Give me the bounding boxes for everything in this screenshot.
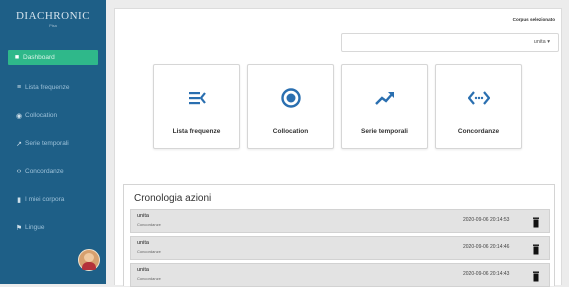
card-label: Serie temporali [361,128,408,135]
sidebar-item-label: I miei corpora [25,196,65,203]
history-row-action: Concordanze [137,276,161,281]
card-collocation[interactable]: Collocation [247,64,334,149]
dashboard-icon: ■ [14,54,20,61]
card-label: Lista frequenze [172,128,221,135]
flag-icon: ⚑ [15,224,23,232]
history-row-time: 2020-09-06 20:14:53 [463,217,510,223]
sidebar-item-label: Lingue [25,224,45,231]
avatar[interactable] [78,249,100,271]
history-row[interactable]: unita Concordanze 2020-09-06 20:14:46 [130,236,550,260]
file-icon: ▮ [17,196,21,204]
history-row[interactable]: unita Concordanze 2020-09-06 20:14:53 [130,209,550,233]
history-row-name: unita [137,213,149,219]
trash-icon[interactable] [531,269,541,282]
sidebar-item-concordanze[interactable]: ‹› Concordanze [10,164,96,179]
corpus-label: Corpus selezionato [512,17,555,22]
sidebar-item-label: Serie temporali [25,140,69,147]
corpus-select-value: unita ▾ [533,39,550,45]
sidebar-item-dashboard[interactable]: ■ Dashboard [8,50,98,65]
circle-dot-icon: ◉ [15,112,23,120]
card-lista-frequenze[interactable]: Lista frequenze [153,64,240,149]
history-panel: Cronologia azioni unita Concordanze 2020… [123,184,555,287]
list-icon: ≡ [16,84,22,91]
code-icon [436,87,521,109]
sidebar-item-lingue[interactable]: ⚑ Lingue [10,220,96,235]
card-label: Concordanze [457,128,500,135]
card-label: Collocation [272,128,309,135]
history-row-time: 2020-09-06 20:14:46 [463,244,510,250]
card-concordanze[interactable]: Concordanze [435,64,522,149]
circle-dot-icon [248,87,333,109]
sidebar-item-collocation[interactable]: ◉ Collocation [10,108,96,123]
sidebar-item-i-miei-corpora[interactable]: ▮ I miei corpora [10,192,96,207]
brand-subtitle: Pisa [49,23,57,28]
history-title: Cronologia azioni [134,193,212,204]
sidebar-item-serie-temporali[interactable]: ↗ Serie temporali [10,136,96,151]
trash-icon[interactable] [531,215,541,228]
history-row-name: unita [137,240,149,246]
sidebar-item-label: Concordanze [25,168,64,175]
main-panel: Corpus selezionato unita ▾ Lista frequen… [114,8,562,287]
sidebar-item-label: Collocation [25,112,58,119]
history-row-action: Concordanze [137,249,161,254]
brand-logo[interactable]: DIACHRONIC Pisa [0,10,106,28]
trend-icon: ↗ [16,140,22,148]
list-icon [154,87,239,109]
history-row-name: unita [137,267,149,273]
corpus-select[interactable]: unita ▾ [341,33,559,52]
sidebar: DIACHRONIC Pisa ■ Dashboard ≡ Lista freq… [0,0,106,284]
trend-icon [342,87,427,109]
history-row-time: 2020-09-06 20:14:43 [463,271,510,277]
card-serie-temporali[interactable]: Serie temporali [341,64,428,149]
history-row[interactable]: unita Concordanze 2020-09-06 20:14:43 [130,263,550,287]
brand-title: DIACHRONIC [15,10,91,22]
sidebar-item-lista-frequenze[interactable]: ≡ Lista frequenze [10,80,96,95]
sidebar-item-label: Lista frequenze [25,84,70,91]
history-row-action: Concordanze [137,222,161,227]
trash-icon[interactable] [531,242,541,255]
code-icon: ‹› [16,168,22,175]
sidebar-item-label: Dashboard [23,54,55,61]
